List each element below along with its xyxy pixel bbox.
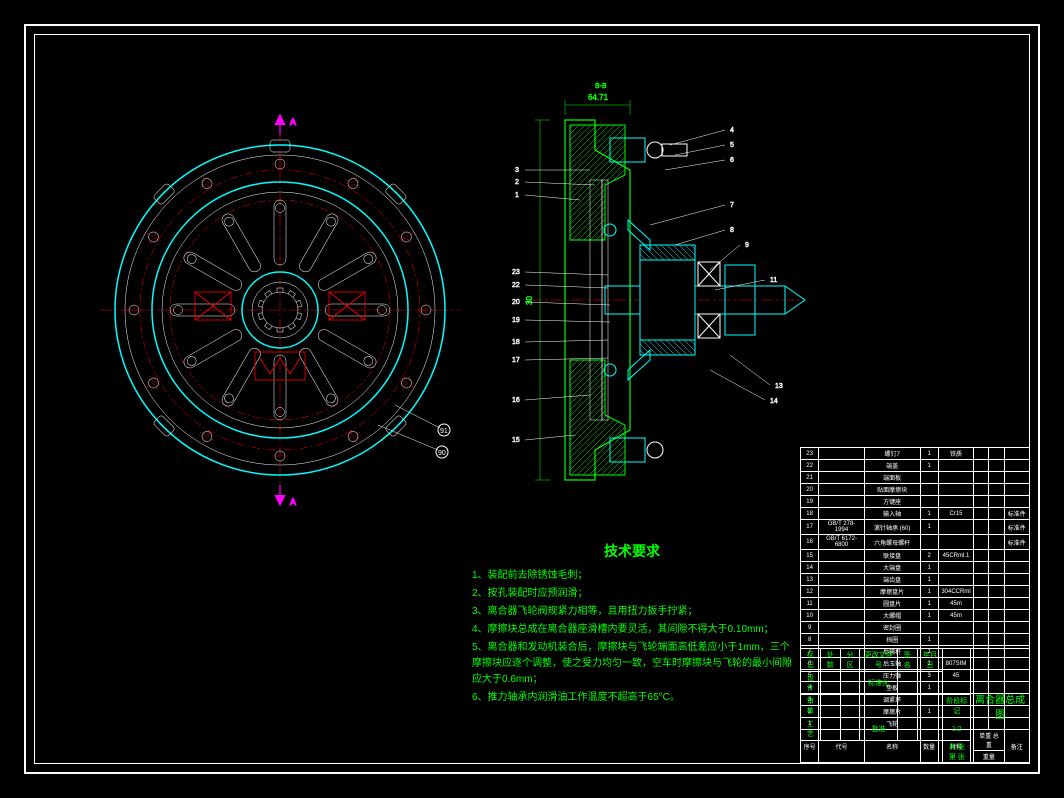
svg-text:A: A [290, 497, 296, 507]
svg-text:8: 8 [730, 227, 734, 234]
svg-text:14: 14 [770, 398, 778, 405]
svg-text:2: 2 [515, 179, 519, 186]
svg-text:B-B: B-B [595, 83, 607, 90]
parts-row: 8挡圈1 [801, 634, 1030, 646]
svg-text:15: 15 [512, 437, 520, 444]
svg-text:22: 22 [512, 282, 520, 289]
svg-text:19: 19 [512, 317, 520, 324]
svg-text:4: 4 [730, 127, 734, 134]
drawing-title: 离合器总成图 [971, 649, 1030, 764]
tech-req-item: 3、离合器飞轮阀规紧力相等，且用扭力扳手拧紧； [472, 604, 792, 620]
parts-row: 15联接盘245CRml.1 [801, 550, 1030, 562]
parts-row: 14大端盘1 [801, 562, 1030, 574]
tech-req-item: 4、摩擦块总成在离合器座滑槽内要灵活，其间隙不得大于0.10mm； [472, 622, 792, 638]
svg-text:13: 13 [775, 383, 783, 390]
svg-text:30: 30 [525, 296, 534, 305]
parts-row: 16GB/T 6172-6800六角螺母螺杆标准件 [801, 535, 1030, 550]
front-view: A A 90 91 [100, 115, 460, 507]
svg-text:7: 7 [730, 202, 734, 209]
parts-row: 10大螺帽145m [801, 610, 1030, 622]
svg-text:18: 18 [512, 339, 520, 346]
svg-text:91: 91 [440, 428, 448, 435]
parts-row: 13端齿盘1 [801, 574, 1030, 586]
svg-text:20: 20 [512, 299, 520, 306]
tech-req-item: 1、装配前去除锈蚀毛刺； [472, 568, 792, 584]
svg-text:A: A [290, 117, 296, 127]
parts-row: 12摩擦盘片1304CCRml [801, 586, 1030, 598]
svg-text:5: 5 [730, 142, 734, 149]
title-block: 标记 处数 分区 更改文件号 签名 年月日 离合器总成图 设计 标准化 审核 阶… [800, 648, 1030, 764]
parts-row: 22端盖1 [801, 460, 1030, 472]
svg-text:23: 23 [512, 269, 520, 276]
svg-text:9: 9 [745, 242, 749, 249]
svg-text:64.71: 64.71 [588, 93, 609, 102]
tech-req-item: 5、离合器和发动机装合后，摩擦块与飞轮端面高低差应小于1mm，三个摩擦块应逐个调… [472, 640, 792, 688]
svg-text:3: 3 [515, 167, 519, 174]
parts-row: 23螺钉71铁质 [801, 448, 1030, 460]
svg-text:17: 17 [512, 357, 520, 364]
tech-req-item: 6、推力轴承内润滑油工作温度不超高于65°C。 [472, 690, 792, 706]
tech-req-title: 技术要求 [472, 540, 792, 562]
svg-text:6: 6 [730, 157, 734, 164]
parts-row: 11圆盘片145m [801, 598, 1030, 610]
parts-row: 17GB/T 278-1994滚针轴承 (60)1标准件 [801, 520, 1030, 535]
parts-row: 19方键座 [801, 496, 1030, 508]
svg-text:90: 90 [438, 450, 446, 457]
svg-text:11: 11 [770, 277, 777, 284]
svg-text:16: 16 [512, 397, 520, 404]
section-view: 64.71 B-B 30 4 5 6 7 8 9 11 13 14 3 2 1 … [512, 83, 805, 480]
technical-requirements: 技术要求 1、装配前去除锈蚀毛刺； 2、按孔装配时应预润滑； 3、离合器飞轮阀规… [472, 540, 792, 708]
parts-row: 9密封圈 [801, 622, 1030, 634]
tech-req-item: 2、按孔装配时应预润滑； [472, 586, 792, 602]
parts-row: 21端面板 [801, 472, 1030, 484]
parts-row: 18输入轴1Cr15标准件 [801, 508, 1030, 520]
parts-row: 20贴面摩擦块 [801, 484, 1030, 496]
svg-text:1: 1 [515, 192, 519, 199]
